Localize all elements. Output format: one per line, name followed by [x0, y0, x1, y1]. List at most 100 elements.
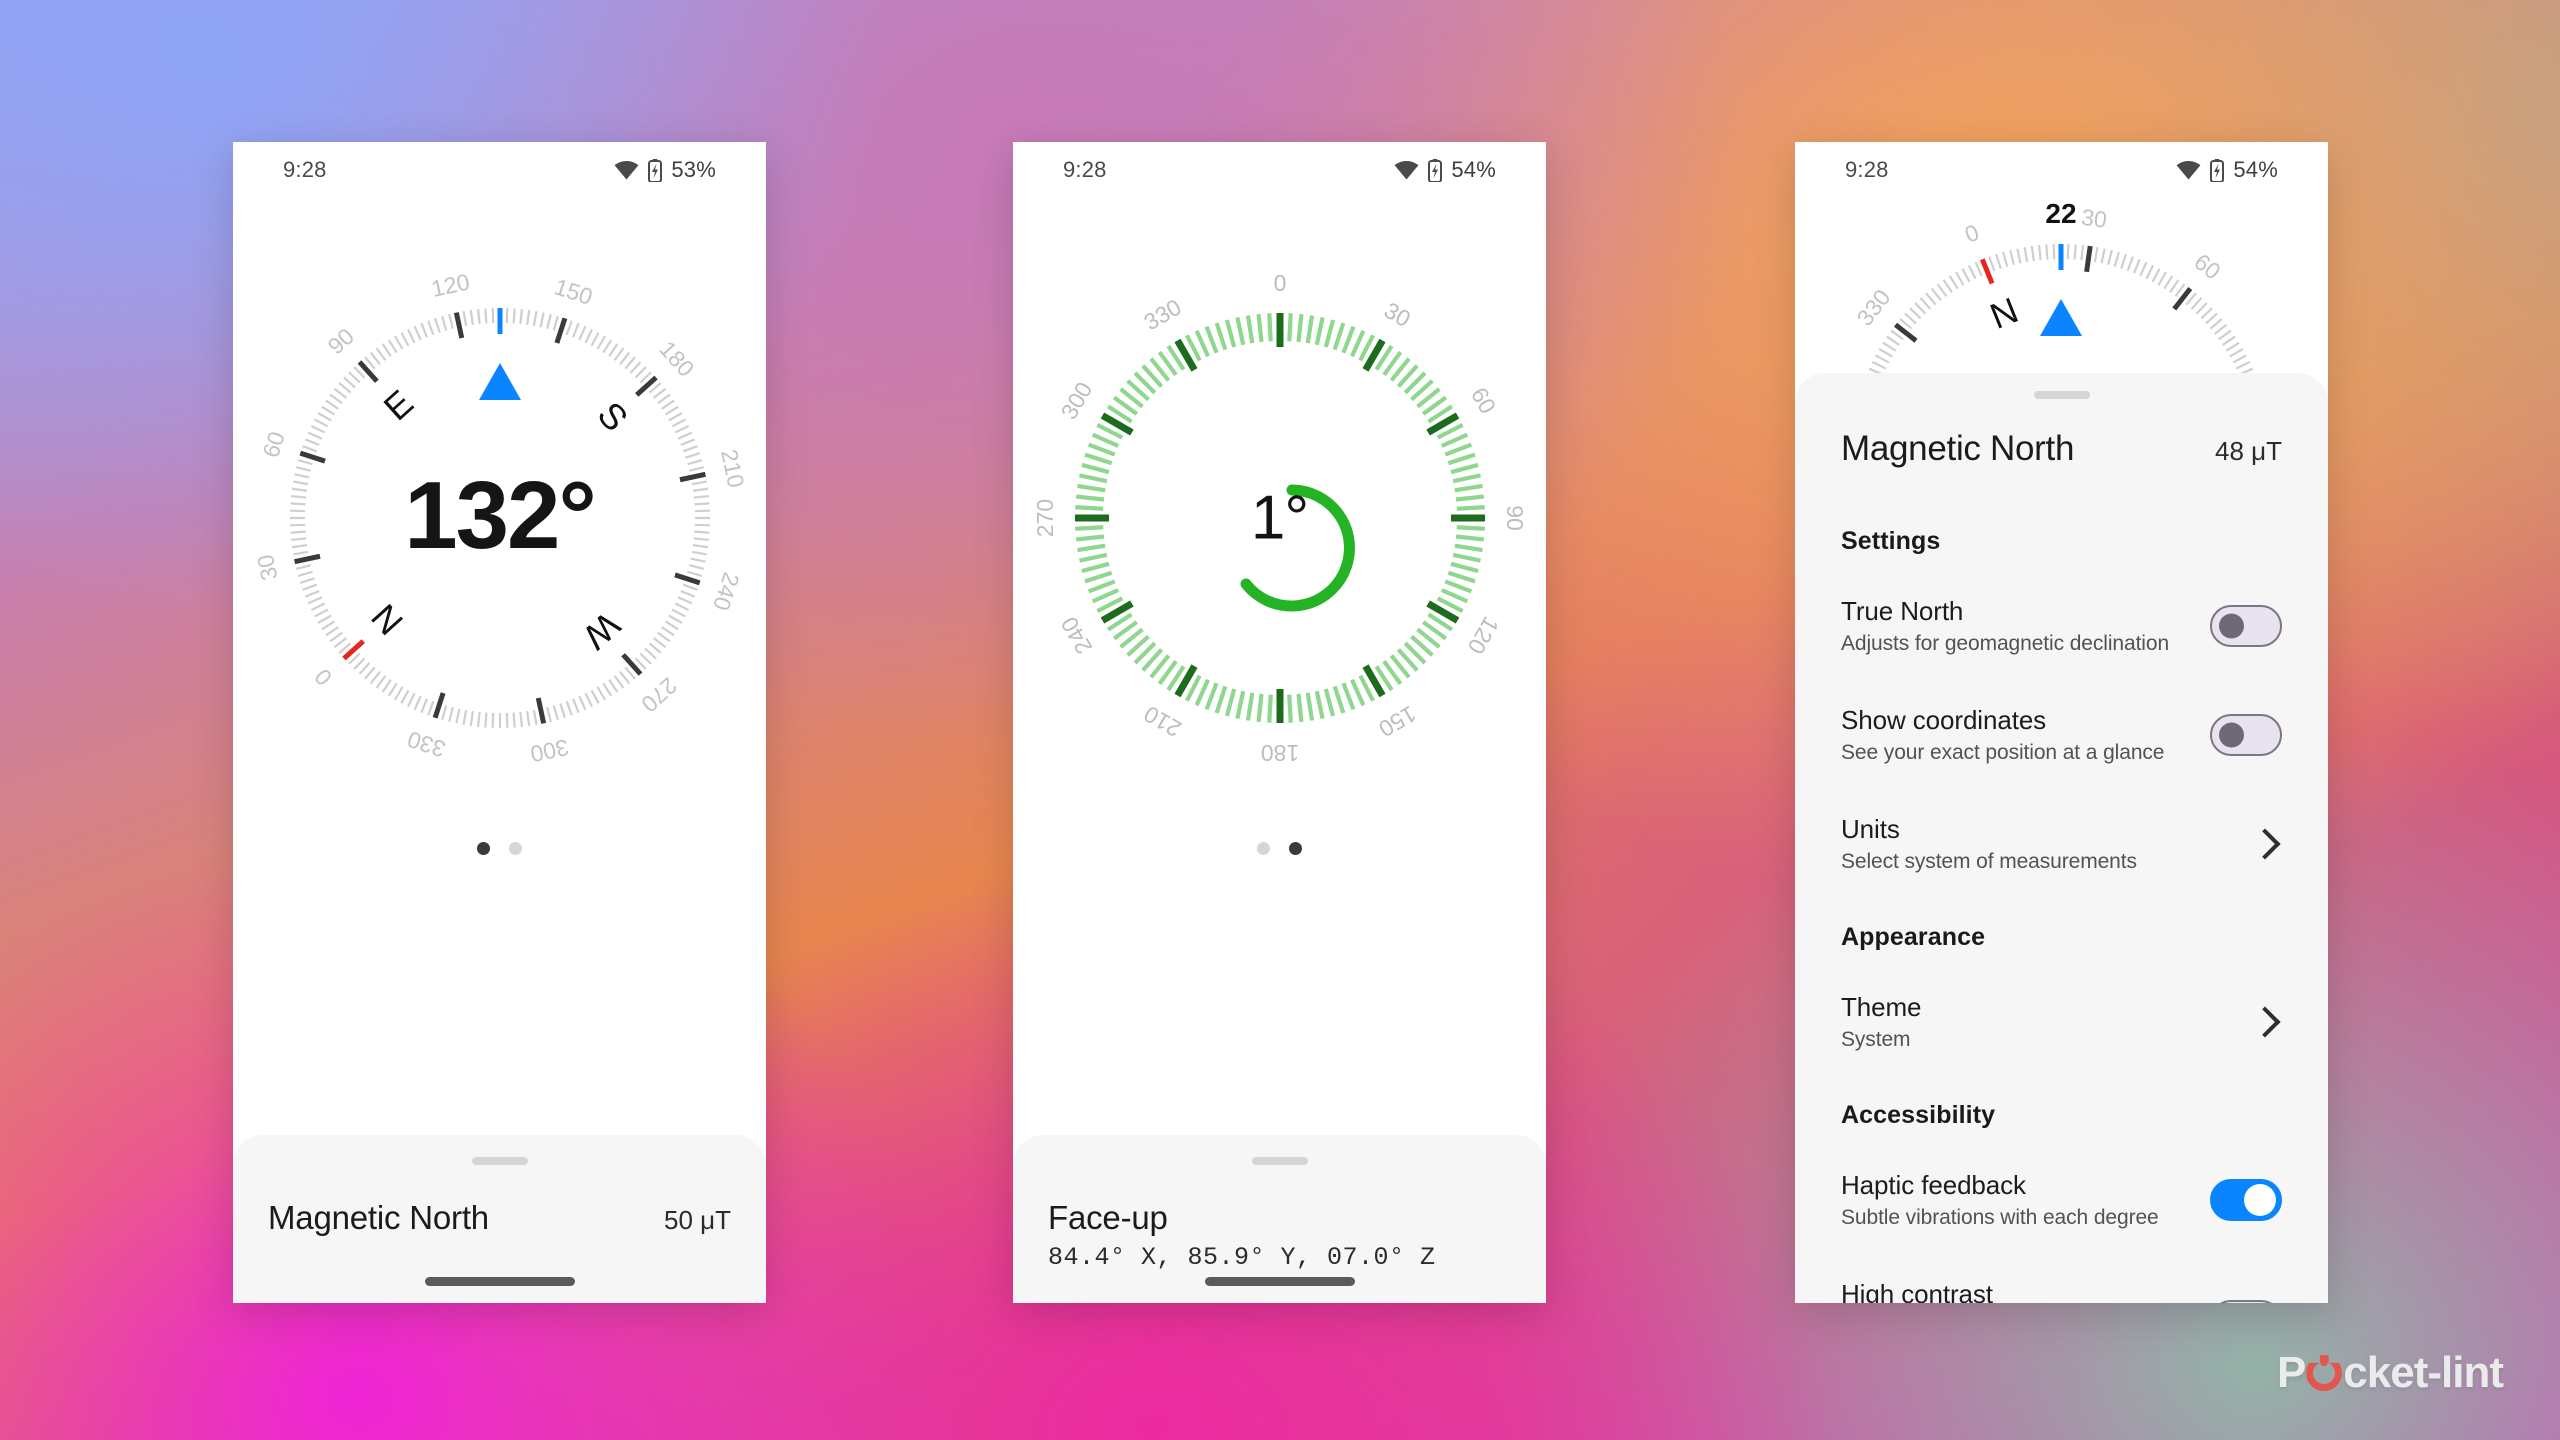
setting-title: True North	[1841, 596, 1964, 626]
sheet-grabber[interactable]	[1251, 1157, 1308, 1165]
page-dot-1[interactable]	[477, 842, 490, 855]
toggle-switch[interactable]	[2210, 714, 2282, 756]
sheet-subtitle: 84.4° X, 85.9° Y, 07.0° Z	[1048, 1243, 1436, 1272]
battery-charging-icon	[648, 158, 663, 182]
compass-dial-area[interactable]: 0 30 60 90 120 150 180 210 240 270 300 330 NESW 132…	[233, 198, 766, 838]
compass-tick-label: 330	[1851, 284, 1895, 330]
page-dot-1[interactable]	[1257, 842, 1270, 855]
toggle-switch[interactable]	[2210, 605, 2282, 647]
level-tick-label: 0	[1273, 270, 1286, 296]
compass-tick-label: 180	[654, 336, 699, 382]
setting-texts: Show coordinates See your exact position …	[1841, 705, 2164, 765]
level-tick-label: 330	[1139, 294, 1185, 336]
sheet-grabber[interactable]	[471, 1157, 528, 1165]
status-time: 9:28	[1063, 157, 1107, 182]
page-dots[interactable]	[233, 842, 766, 855]
battery-charging-icon	[2210, 158, 2225, 182]
toggle-switch[interactable]	[2210, 1300, 2282, 1303]
pocketlint-watermark: P cket-lint	[2276, 1348, 2504, 1398]
compass-tick-label: 270	[636, 672, 682, 717]
setting-description: Subtle vibrations with each degree	[1841, 1206, 2159, 1229]
status-bar: 9:28 54%	[1795, 142, 2328, 198]
setting-title: Units	[1841, 814, 1900, 844]
phone-level: 9:28 54% 0 30 60 90 120 150 180 210 240 270 300 330…	[1013, 142, 1546, 1303]
compass-tick-label: 60	[257, 428, 290, 460]
status-bar: 9:28 53%	[233, 142, 766, 198]
sheet-value: 50 μT	[663, 1205, 731, 1235]
compass-tick-label: 90	[322, 323, 358, 359]
setting-title: High contrast	[1841, 1279, 1993, 1303]
cardinal-label-N: N	[363, 596, 411, 643]
watermark-text-b: cket-lint	[2343, 1348, 2504, 1397]
settings-header: Magnetic North 48 μT	[1841, 429, 2282, 469]
settings-group-label: Settings	[1841, 527, 1941, 555]
status-time: 9:28	[283, 157, 327, 182]
settings-group-label: Accessibility	[1841, 1101, 1996, 1129]
power-icon	[2306, 1355, 2343, 1391]
settings-group-label: Appearance	[1841, 923, 1986, 951]
compass-tick-label: 150	[551, 273, 596, 310]
level-tick-label: 240	[1055, 612, 1097, 658]
page-dot-2[interactable]	[509, 842, 522, 855]
info-sheet[interactable]: Magnetic North 50 μT	[233, 1135, 766, 1303]
wifi-icon	[614, 160, 639, 179]
setting-row-true-north[interactable]: True North Adjusts for geomagnetic declin…	[1841, 596, 2282, 656]
cardinal-label-N: N	[1984, 289, 2023, 337]
status-time: 9:28	[1845, 157, 1889, 182]
setting-row-units[interactable]: Units Select system of measurements	[1841, 814, 2282, 874]
setting-title: Show coordinates	[1841, 705, 2047, 735]
level-tick-label: 150	[1374, 701, 1420, 743]
toggle-switch[interactable]	[2210, 1179, 2282, 1221]
heading-value: 22	[2045, 198, 2077, 229]
page-dot-2[interactable]	[1289, 842, 1302, 855]
cardinal-label-W: W	[575, 604, 628, 657]
compass-tick-label: 0	[309, 664, 337, 691]
wifi-icon	[1394, 160, 1419, 179]
settings-list[interactable]: Settings True North Adjusts for geomagneti…	[1841, 527, 2282, 1303]
battery-percent: 54%	[1451, 157, 1496, 182]
setting-description: Adjusts for geomagnetic declination	[1841, 632, 2170, 655]
battery-percent: 54%	[2233, 157, 2278, 182]
chevron-right-icon	[2249, 828, 2281, 860]
sheet-grabber[interactable]	[2033, 391, 2090, 399]
info-sheet[interactable]: Face-up 84.4° X, 85.9° Y, 07.0° Z	[1013, 1135, 1546, 1303]
compass-tick-label: 60	[2189, 248, 2225, 284]
setting-texts: Units Select system of measurements	[1841, 814, 2137, 874]
status-bar: 9:28 54%	[1013, 142, 1546, 198]
compass-tick-label: 120	[429, 268, 472, 301]
setting-texts: Theme System	[1841, 992, 1922, 1052]
toggle-knob	[2219, 722, 2244, 748]
setting-texts: True North Adjusts for geomagnetic declin…	[1841, 596, 2169, 656]
page-dots[interactable]	[1013, 842, 1546, 855]
setting-row-high-contrast[interactable]: High contrastEnhance visibility with sha…	[1841, 1279, 2282, 1303]
level-tick-label: 60	[1465, 383, 1500, 418]
battery-charging-icon	[1428, 158, 1443, 182]
battery-percent: 53%	[671, 157, 716, 182]
level-angle-value: 1°	[1250, 483, 1309, 553]
compass-tick-label: 240	[708, 569, 745, 614]
sheet-title: Magnetic North	[268, 1199, 489, 1236]
triangle-pointer-icon	[478, 363, 521, 400]
settings-header-value: 48 μT	[2214, 436, 2282, 466]
home-indicator[interactable]	[1204, 1277, 1355, 1286]
level-tick-label: 300	[1055, 377, 1097, 423]
watermark-text-a: P	[2276, 1348, 2306, 1397]
level-dial-area[interactable]: 0 30 60 90 120 150 180 210 240 270 300 330 1°	[1013, 198, 1546, 838]
setting-description: Select system of measurements	[1841, 850, 2137, 873]
sheet-title: Face-up	[1048, 1199, 1168, 1236]
setting-title: Haptic feedback	[1841, 1170, 2026, 1200]
home-indicator[interactable]	[424, 1277, 575, 1286]
setting-row-haptic-feedback[interactable]: Haptic feedback Subtle vibrations with ea…	[1841, 1170, 2282, 1230]
setting-texts: High contrastEnhance visibility with sha…	[1841, 1279, 2190, 1303]
setting-row-theme[interactable]: Theme System	[1841, 992, 2282, 1052]
heading-value: 132°	[404, 461, 597, 569]
settings-header-title: Magnetic North	[1841, 429, 2075, 468]
setting-texts: Haptic feedback Subtle vibrations with ea…	[1841, 1170, 2159, 1230]
level-tick-label: 120	[1462, 612, 1504, 658]
level-tick-label: 180	[1260, 740, 1298, 766]
settings-sheet[interactable]: Magnetic North 48 μT Settings True North A…	[1795, 373, 2328, 1303]
setting-row-show-coordinates[interactable]: Show coordinates See your exact position …	[1841, 705, 2282, 765]
level-tick-label: 30	[1379, 297, 1414, 332]
phone-compass: 9:28 53% 0 30 60 90 120 150 180 210 240 270 300 330…	[233, 142, 766, 1303]
setting-description: System	[1841, 1028, 1911, 1051]
